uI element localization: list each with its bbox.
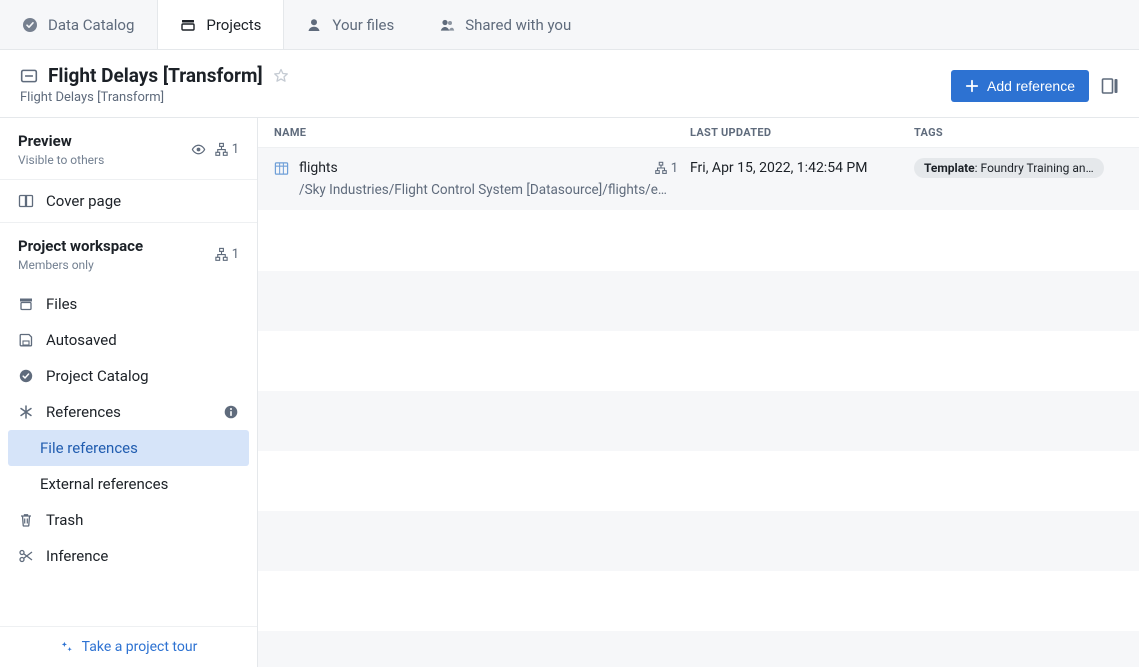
sidebar-item-project-catalog[interactable]: Project Catalog [0, 358, 257, 394]
archive-icon [18, 296, 34, 312]
dataset-icon [274, 161, 289, 176]
scissors-icon [18, 548, 34, 564]
asterisk-icon [18, 404, 34, 420]
workspace-subtitle: Members only [18, 258, 143, 272]
tab-shared-with-you[interactable]: Shared with you [417, 0, 594, 49]
breadcrumb: Flight Delays [Transform] [20, 90, 289, 105]
project-icon [20, 67, 38, 85]
row-path: /Sky Industries/Flight Control System [D… [274, 182, 674, 198]
sidebar-item-label: Project Catalog [46, 367, 239, 385]
row-name: flights [299, 160, 644, 176]
sidebar-item-files[interactable]: Files [0, 286, 257, 322]
user-icon [306, 17, 322, 33]
tab-label: Projects [206, 16, 261, 34]
project-header: Flight Delays [Transform] Flight Delays … [0, 50, 1139, 118]
sidebar-item-references[interactable]: References [0, 394, 257, 430]
floppy-icon [18, 332, 34, 348]
sidebar-item-label: Cover page [46, 192, 239, 210]
tab-label: Shared with you [465, 16, 571, 34]
top-tab-bar: Data Catalog Projects Your files Shared … [0, 0, 1139, 50]
add-reference-button[interactable]: Add reference [951, 70, 1089, 102]
sidebar-section-workspace: Project workspace Members only 1 [0, 223, 257, 278]
panel-toggle-icon[interactable] [1101, 77, 1119, 95]
sidebar-item-inference[interactable]: Inference [0, 538, 257, 574]
sitemap-icon [214, 142, 229, 157]
button-label: Add reference [987, 78, 1075, 94]
table-header-row: NAME LAST UPDATED TAGS [258, 118, 1139, 148]
book-icon [18, 193, 34, 209]
checkmark-badge-icon [22, 17, 38, 33]
sidebar-item-label: References [46, 403, 211, 421]
sidebar-section-preview: Preview Visible to others 1 [0, 118, 257, 180]
column-header-name[interactable]: NAME [274, 126, 690, 139]
sidebar-item-file-references[interactable]: File references [8, 430, 249, 466]
sidebar-item-cover-page[interactable]: Cover page [0, 180, 257, 223]
tab-data-catalog[interactable]: Data Catalog [0, 0, 157, 49]
sidebar-item-autosaved[interactable]: Autosaved [0, 322, 257, 358]
preview-subtitle: Visible to others [18, 153, 104, 167]
table-row[interactable]: flights 1 Fri, Apr 15, 2022, 1:42:54 PM … [258, 148, 1139, 211]
sidebar-footer: Take a project tour [0, 626, 257, 667]
sidebar-item-label: File references [40, 439, 231, 457]
row-reference-count: 1 [654, 161, 678, 176]
page-title: Flight Delays [Transform] [48, 64, 263, 87]
column-header-last-updated[interactable]: LAST UPDATED [690, 126, 914, 139]
workspace-title: Project workspace [18, 237, 143, 255]
info-icon[interactable] [223, 404, 239, 420]
projects-icon [180, 17, 196, 33]
trash-icon [18, 512, 34, 528]
workspace-reference-count: 1 [214, 247, 239, 262]
sitemap-icon [654, 161, 668, 175]
content-pane: NAME LAST UPDATED TAGS flights 1 Fri, Ap… [258, 118, 1139, 667]
tab-label: Data Catalog [48, 16, 134, 34]
star-icon[interactable] [273, 68, 289, 84]
eye-icon[interactable] [191, 142, 206, 157]
preview-title: Preview [18, 132, 104, 150]
sidebar-item-label: Files [46, 295, 239, 313]
tag-pill[interactable]: Template: Foundry Training and R… [914, 158, 1104, 178]
sidebar-item-label: Trash [46, 511, 239, 529]
sparkle-icon [60, 640, 74, 654]
preview-reference-count: 1 [214, 142, 239, 157]
sitemap-icon [214, 247, 229, 262]
row-last-updated: Fri, Apr 15, 2022, 1:42:54 PM [690, 160, 914, 176]
empty-rows-area [258, 211, 1139, 667]
users-icon [439, 17, 455, 33]
sidebar-item-external-references[interactable]: External references [0, 466, 257, 502]
sidebar: Preview Visible to others 1 Cover page [0, 118, 258, 667]
tab-your-files[interactable]: Your files [284, 0, 417, 49]
sidebar-item-label: Inference [46, 547, 239, 565]
sidebar-item-label: Autosaved [46, 331, 239, 349]
tab-projects[interactable]: Projects [157, 0, 284, 49]
column-header-tags[interactable]: TAGS [914, 126, 1123, 139]
sidebar-item-trash[interactable]: Trash [0, 502, 257, 538]
sidebar-item-label: External references [40, 475, 239, 493]
plus-icon [965, 79, 979, 93]
tour-link-label: Take a project tour [82, 639, 198, 655]
tab-label: Your files [332, 16, 394, 34]
project-tour-link[interactable]: Take a project tour [60, 639, 198, 655]
checkmark-badge-icon [18, 368, 34, 384]
